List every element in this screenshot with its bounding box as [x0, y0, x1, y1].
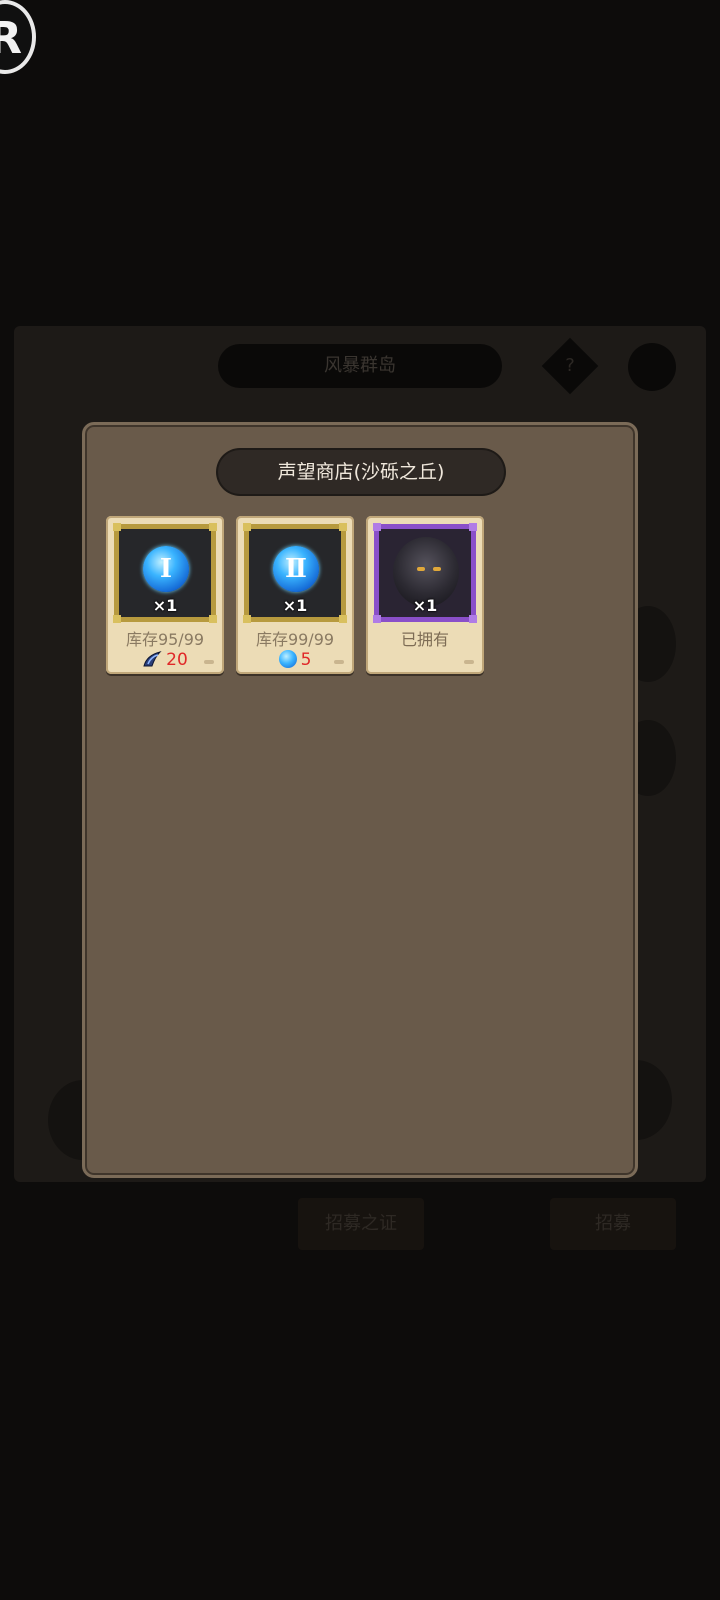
- shop-item-helmet[interactable]: ×1 已拥有: [366, 516, 484, 674]
- item-price-value: 20: [166, 650, 188, 670]
- shop-item-rune-1[interactable]: Ⅰ ×1 库存95/99 20: [106, 516, 224, 674]
- item-price-value: 5: [300, 650, 312, 670]
- item-stock: 库存99/99: [255, 630, 335, 649]
- shop-item-rune-2[interactable]: Ⅱ ×1 库存99/99 5: [236, 516, 354, 674]
- item-quantity: ×1: [412, 596, 438, 615]
- background-button-right: 招募: [550, 1198, 676, 1250]
- logo-letter: R: [0, 13, 22, 64]
- item-frame: ×1: [373, 523, 477, 623]
- item-quantity: ×1: [152, 596, 178, 615]
- rune-II-icon: Ⅱ: [273, 546, 319, 592]
- item-status: 已拥有: [400, 630, 449, 649]
- help-glyph: ?: [565, 355, 575, 376]
- item-frame: Ⅱ ×1: [243, 523, 347, 623]
- shop-title: 声望商店(沙砾之丘): [218, 450, 504, 494]
- item-frame: Ⅰ ×1: [113, 523, 217, 623]
- item-quantity: ×1: [282, 596, 308, 615]
- blue-rune-token-icon: [278, 650, 297, 668]
- menu-icon: [628, 343, 676, 391]
- item-stock: 库存95/99: [125, 630, 205, 649]
- background-title: 风暴群岛: [218, 344, 502, 388]
- help-icon: ?: [541, 337, 599, 395]
- rune-I-icon: Ⅰ: [143, 546, 189, 592]
- wing-token-icon: [143, 651, 162, 667]
- background-button-left: 招募之证: [298, 1198, 424, 1250]
